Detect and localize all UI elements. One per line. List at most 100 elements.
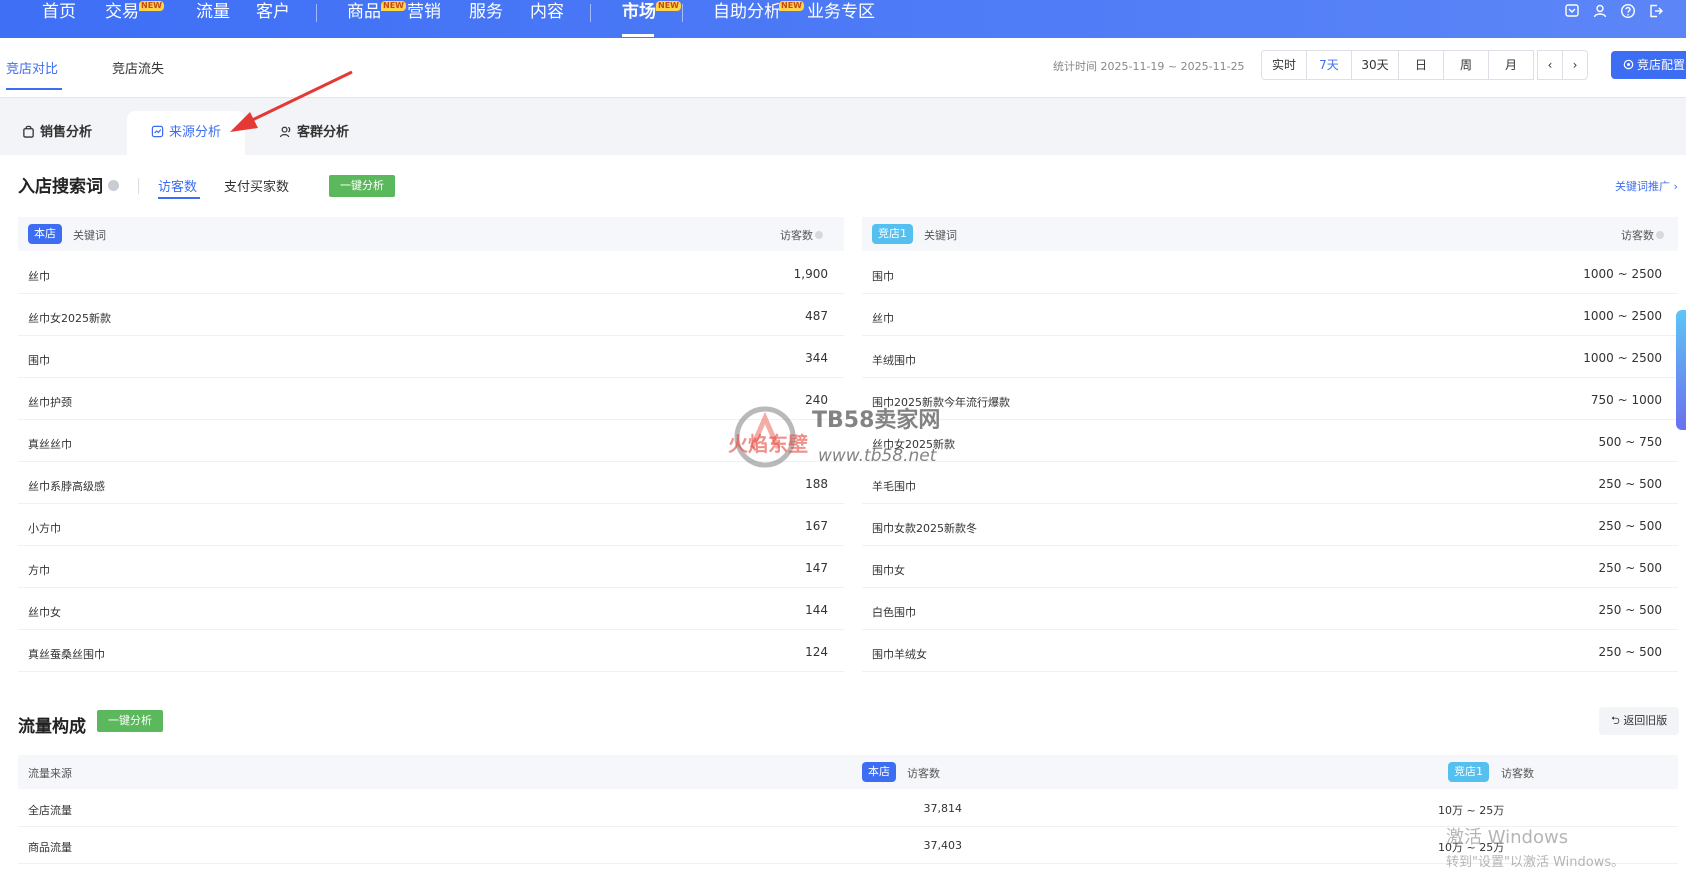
prev-button[interactable]: ‹	[1537, 50, 1563, 80]
keyword: 丝巾系脖高级感	[28, 480, 105, 493]
nav-item-self-analysis[interactable]: 自助分析 NEW	[713, 0, 804, 38]
visitor-count: 188	[805, 477, 828, 491]
table-row[interactable]: 丝巾护颈 240	[18, 381, 844, 420]
range-month[interactable]: 月	[1488, 50, 1534, 80]
table-row[interactable]: 羊绒围巾 1000 ~ 2500	[862, 339, 1678, 378]
competitor-config-button[interactable]: 竞店配置	[1611, 51, 1686, 79]
traffic-analyze-button[interactable]: 一键分析	[97, 710, 163, 732]
metric-tab-buyers[interactable]: 支付买家数	[224, 176, 289, 195]
table-row[interactable]: 丝巾女 144	[18, 591, 844, 630]
range-day[interactable]: 日	[1398, 50, 1444, 80]
nav-item-trade[interactable]: 交易 NEW	[105, 0, 164, 38]
keyword: 丝巾女	[28, 606, 61, 619]
next-button[interactable]: ›	[1562, 50, 1588, 80]
keyword-promo-link[interactable]: 关键词推广 ›	[1615, 178, 1678, 194]
traffic-section-title: 流量构成	[18, 717, 86, 737]
tab-competitor-compare[interactable]: 竞店对比	[6, 58, 58, 77]
exit-icon[interactable]	[1648, 3, 1664, 19]
table-row[interactable]: 丝巾女2025新款 500 ~ 750	[862, 423, 1678, 462]
chart-icon	[151, 125, 164, 138]
visitor-count: 250 ~ 500	[1598, 603, 1663, 617]
table-row[interactable]: 丝巾 1000 ~ 2500	[862, 297, 1678, 336]
keyword: 方巾	[28, 564, 50, 577]
new-badge: NEW	[656, 1, 681, 11]
range-7d[interactable]: 7天	[1306, 50, 1352, 80]
keyword: 丝巾女2025新款	[28, 312, 111, 325]
col-keyword: 关键词	[73, 229, 106, 242]
table-row[interactable]: 商品流量 37,403 10万 ~ 25万	[18, 827, 1678, 864]
watermark-red-text: 火焰东壁	[728, 432, 808, 456]
visitor-count: 1000 ~ 2500	[1583, 309, 1662, 323]
metric-tab-visitors[interactable]: 访客数	[158, 176, 197, 195]
table-row[interactable]: 羊毛围巾 250 ~ 500	[862, 465, 1678, 504]
keyword: 丝巾护颈	[28, 396, 72, 409]
tab-competitor-loss[interactable]: 竞店流失	[112, 58, 164, 77]
stat-time: 统计时间 2025-11-19 ~ 2025-11-25	[1053, 60, 1245, 73]
keyword: 羊绒围巾	[872, 354, 916, 367]
col-visitors[interactable]: 访客数	[1621, 227, 1664, 243]
nav-item-home[interactable]: 首页	[42, 0, 76, 38]
nav-item-goods[interactable]: 商品 NEW	[347, 0, 406, 38]
keyword: 围巾	[872, 270, 894, 283]
visitor-count: 167	[805, 519, 828, 533]
visitor-count: 124	[805, 645, 828, 659]
nav-item-business-zone[interactable]: 业务专区	[807, 0, 875, 38]
nav-item-content[interactable]: 内容	[530, 0, 564, 38]
keyword: 小方巾	[28, 522, 61, 535]
col-visitors[interactable]: 访客数	[780, 227, 823, 243]
competitor-visitors: 10万 ~ 25万	[1438, 804, 1505, 817]
metric-tab-underline	[158, 197, 200, 199]
back-old-version-button[interactable]: ⮌ 返回旧版	[1599, 707, 1679, 735]
table-row[interactable]: 全店流量 37,814 10万 ~ 25万	[18, 790, 1678, 827]
table-row[interactable]: 围巾 344	[18, 339, 844, 378]
table-row[interactable]: 围巾女 250 ~ 500	[862, 549, 1678, 588]
nav-active-indicator	[622, 34, 654, 37]
new-badge: NEW	[139, 1, 164, 11]
nav-item-service[interactable]: 服务	[469, 0, 503, 38]
nav-item-marketing[interactable]: 营销	[407, 0, 441, 38]
table-row[interactable]: 小方巾 167	[18, 507, 844, 546]
info-icon	[1656, 231, 1664, 239]
visitor-count: 487	[805, 309, 828, 323]
keyword: 白色围巾	[872, 606, 916, 619]
windows-activation-title: 激活 Windows	[1446, 827, 1569, 848]
new-badge: NEW	[779, 1, 804, 11]
nav-item-market[interactable]: 市场 NEW	[622, 0, 681, 38]
side-float-tab[interactable]	[1676, 310, 1686, 430]
nav-item-customer[interactable]: 客户	[256, 0, 290, 38]
annotation-arrow	[230, 70, 353, 132]
table-row[interactable]: 白色围巾 250 ~ 500	[862, 591, 1678, 630]
message-icon[interactable]	[1564, 3, 1580, 19]
visitor-count: 147	[805, 561, 828, 575]
table-row[interactable]: 真丝蚕桑丝围巾 124	[18, 633, 844, 672]
tb58-watermark: TB58卖家网 火焰东壁 www.tb58.net	[728, 402, 958, 472]
table-row[interactable]: 围巾羊绒女 250 ~ 500	[862, 633, 1678, 672]
keyword: 围巾女	[872, 564, 905, 577]
info-icon[interactable]	[108, 180, 119, 191]
table-row[interactable]: 丝巾系脖高级感 188	[18, 465, 844, 504]
tab-sales-analysis[interactable]: 销售分析	[22, 111, 92, 155]
traffic-source: 全店流量	[28, 804, 72, 817]
table-row[interactable]: 丝巾 1,900	[18, 255, 844, 294]
keyword: 围巾女款2025新款冬	[872, 522, 977, 535]
visitor-count: 500 ~ 750	[1598, 435, 1663, 449]
table-row[interactable]: 围巾2025新款今年流行爆款 750 ~ 1000	[862, 381, 1678, 420]
new-badge: NEW	[381, 1, 406, 11]
range-realtime[interactable]: 实时	[1261, 50, 1307, 80]
table-row[interactable]: 丝巾女2025新款 487	[18, 297, 844, 336]
keyword: 真丝丝巾	[28, 438, 72, 451]
table-row[interactable]: 真丝丝巾	[18, 423, 844, 462]
help-icon[interactable]	[1620, 3, 1636, 19]
analyze-button[interactable]: 一键分析	[329, 175, 395, 197]
table-row[interactable]: 方巾 147	[18, 549, 844, 588]
visitor-count: 1000 ~ 2500	[1583, 267, 1662, 281]
table-row[interactable]: 围巾 1000 ~ 2500	[862, 255, 1678, 294]
nav-item-traffic[interactable]: 流量	[196, 0, 230, 38]
range-30d[interactable]: 30天	[1351, 50, 1399, 80]
range-week[interactable]: 周	[1443, 50, 1489, 80]
user-icon[interactable]	[1592, 3, 1608, 19]
nav-divider	[316, 4, 317, 22]
settings-icon	[1623, 59, 1634, 70]
competitor-badge: 竞店1	[872, 224, 913, 244]
table-row[interactable]: 围巾女款2025新款冬 250 ~ 500	[862, 507, 1678, 546]
